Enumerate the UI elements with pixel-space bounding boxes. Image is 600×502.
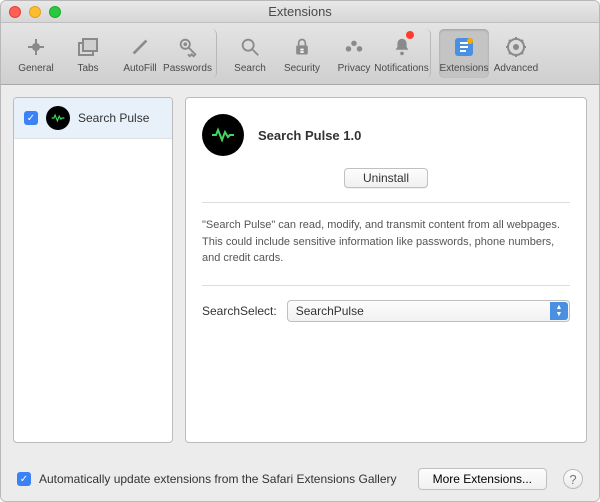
extension-name: Search Pulse bbox=[78, 111, 149, 125]
extension-title: Search Pulse 1.0 bbox=[258, 128, 361, 143]
help-button[interactable]: ? bbox=[563, 469, 583, 489]
extension-checkbox[interactable]: ✓ bbox=[24, 111, 38, 125]
zoom-button[interactable] bbox=[49, 6, 61, 18]
tab-notifications[interactable]: Notifications bbox=[381, 29, 431, 78]
tab-advanced[interactable]: Advanced bbox=[491, 29, 541, 78]
tab-passwords[interactable]: Passwords bbox=[167, 29, 217, 78]
tab-label: Passwords bbox=[163, 63, 212, 74]
detail-header: Search Pulse 1.0 bbox=[202, 114, 570, 156]
select-label: SearchSelect: bbox=[202, 304, 277, 318]
titlebar: Extensions bbox=[1, 1, 599, 23]
tab-general[interactable]: General bbox=[11, 29, 61, 78]
tab-label: Tabs bbox=[77, 63, 98, 74]
select-row: SearchSelect: SearchPulse ▲▼ bbox=[202, 300, 570, 322]
chevron-updown-icon: ▲▼ bbox=[550, 302, 568, 320]
privacy-icon bbox=[340, 33, 368, 61]
tab-label: Privacy bbox=[338, 63, 371, 74]
tab-extensions[interactable]: Extensions bbox=[439, 29, 489, 78]
advanced-icon bbox=[502, 33, 530, 61]
notifications-icon bbox=[388, 33, 416, 61]
autofill-icon bbox=[126, 33, 154, 61]
tab-label: AutoFill bbox=[123, 63, 156, 74]
select-value: SearchPulse bbox=[296, 304, 364, 318]
search-icon bbox=[236, 33, 264, 61]
divider bbox=[202, 202, 570, 203]
bottom-bar: ✓ Automatically update extensions from t… bbox=[1, 457, 599, 501]
tab-label: Security bbox=[284, 63, 320, 74]
tab-autofill[interactable]: AutoFill bbox=[115, 29, 165, 78]
more-extensions-button[interactable]: More Extensions... bbox=[418, 468, 547, 490]
minimize-button[interactable] bbox=[29, 6, 41, 18]
content-area: ✓ Search Pulse Search Pulse 1.0 Uninstal… bbox=[1, 85, 599, 455]
tab-label: General bbox=[18, 63, 54, 74]
security-icon bbox=[288, 33, 316, 61]
extensions-icon bbox=[450, 33, 478, 61]
tab-search[interactable]: Search bbox=[225, 29, 275, 78]
extension-item[interactable]: ✓ Search Pulse bbox=[14, 98, 172, 139]
extension-detail: Search Pulse 1.0 Uninstall "Search Pulse… bbox=[185, 97, 587, 443]
traffic-lights bbox=[9, 6, 61, 18]
extension-description: "Search Pulse" can read, modify, and tra… bbox=[202, 217, 570, 267]
close-button[interactable] bbox=[9, 6, 21, 18]
uninstall-button[interactable]: Uninstall bbox=[344, 168, 428, 188]
tabs-icon bbox=[74, 33, 102, 61]
general-icon bbox=[22, 33, 50, 61]
tab-security[interactable]: Security bbox=[277, 29, 327, 78]
extensions-list: ✓ Search Pulse bbox=[13, 97, 173, 443]
tab-privacy[interactable]: Privacy bbox=[329, 29, 379, 78]
tab-tabs[interactable]: Tabs bbox=[63, 29, 113, 78]
divider bbox=[202, 285, 570, 286]
extension-large-icon bbox=[202, 114, 244, 156]
preferences-window: Extensions General Tabs AutoFill Passwor… bbox=[0, 0, 600, 502]
tab-label: Extensions bbox=[440, 63, 489, 74]
preferences-toolbar: General Tabs AutoFill Passwords Search bbox=[1, 23, 599, 85]
auto-update-checkbox[interactable]: ✓ bbox=[17, 472, 31, 486]
passwords-icon bbox=[174, 33, 202, 61]
notification-badge bbox=[406, 31, 414, 39]
search-select-dropdown[interactable]: SearchPulse ▲▼ bbox=[287, 300, 570, 322]
tab-label: Advanced bbox=[494, 63, 538, 74]
auto-update-label: Automatically update extensions from the… bbox=[39, 472, 410, 486]
window-title: Extensions bbox=[9, 4, 591, 19]
tab-label: Notifications bbox=[374, 63, 428, 74]
tab-label: Search bbox=[234, 63, 266, 74]
extension-icon bbox=[46, 106, 70, 130]
